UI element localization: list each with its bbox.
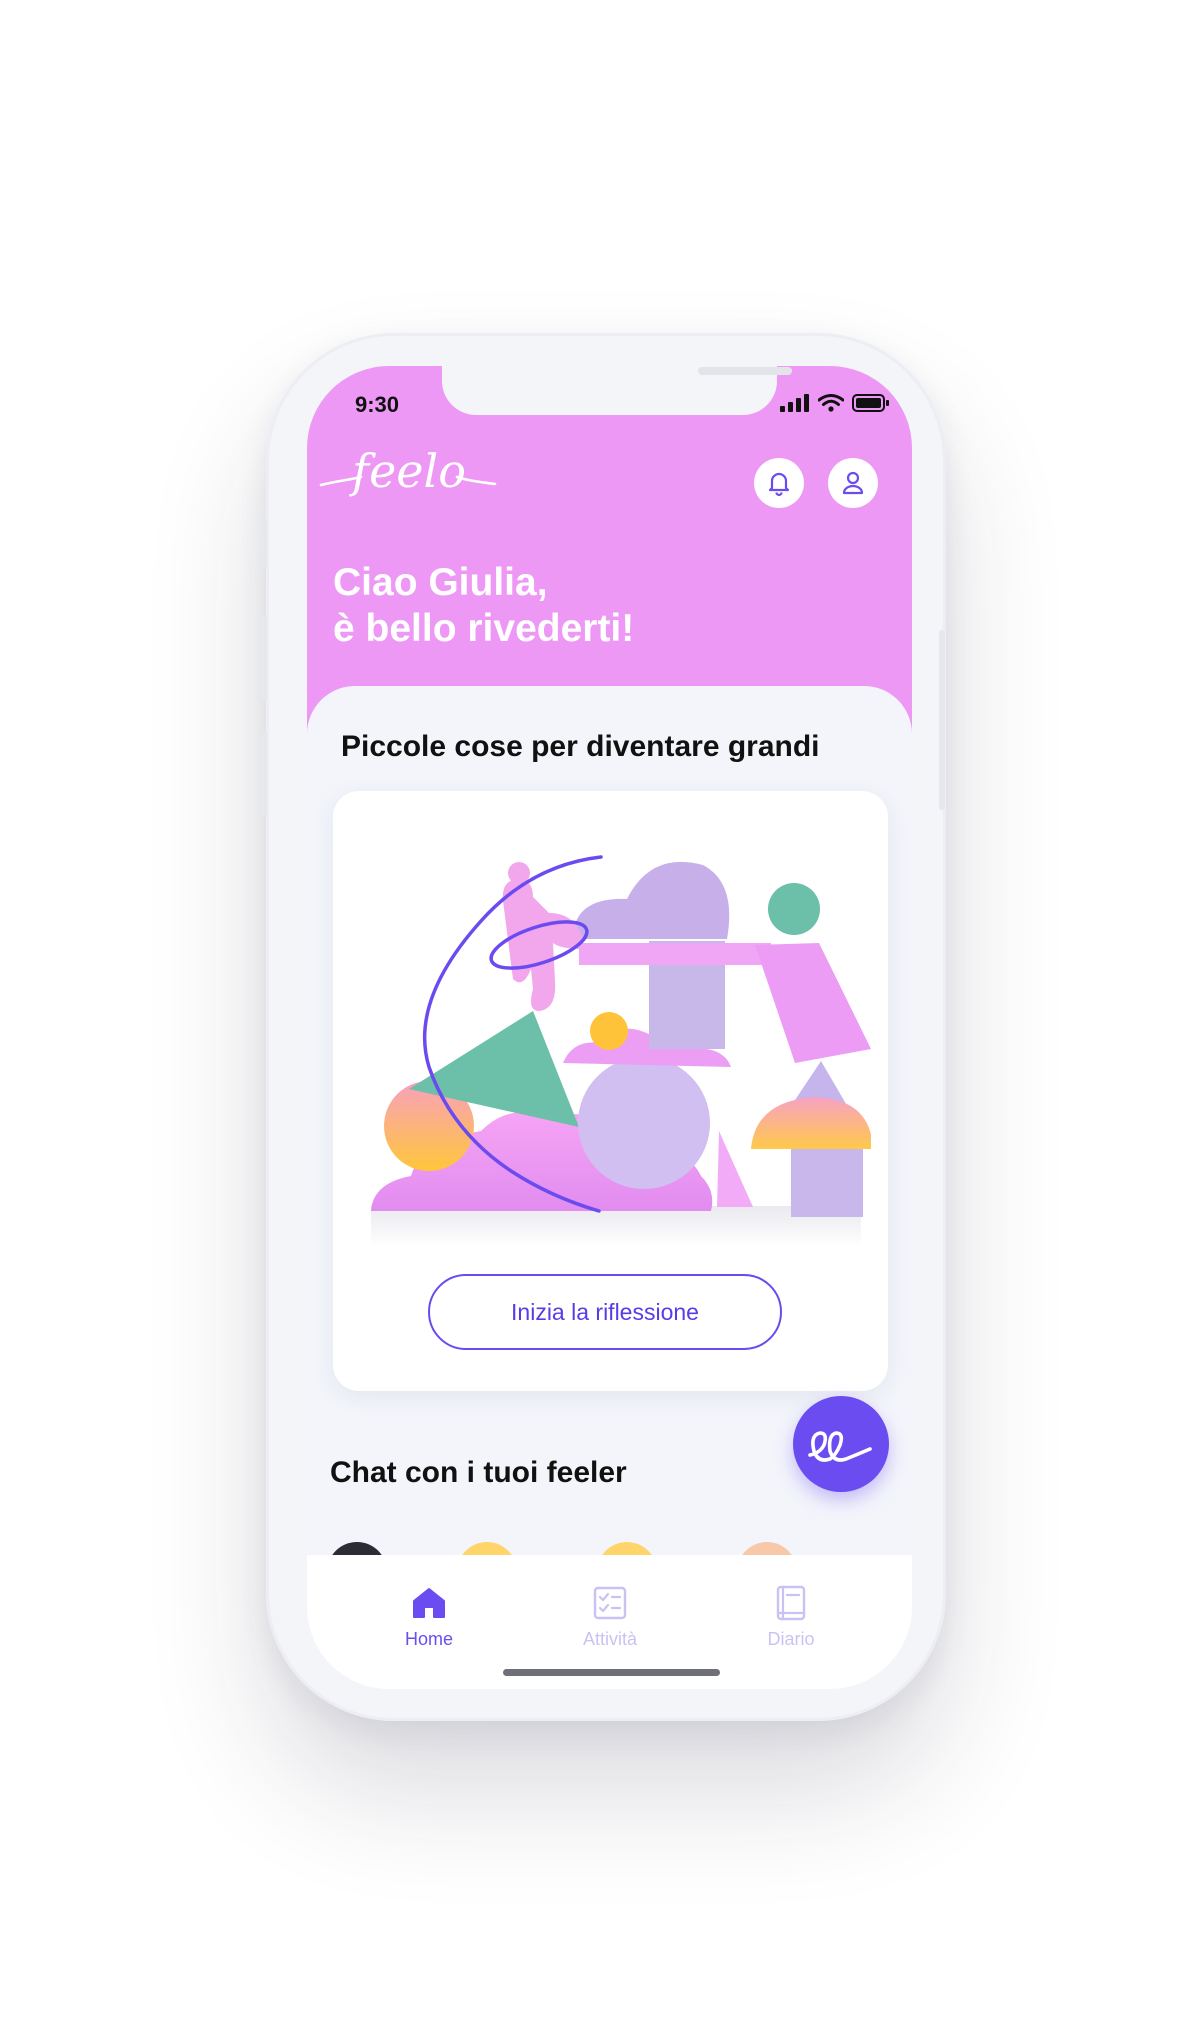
wifi-icon — [818, 394, 844, 412]
notifications-button[interactable] — [754, 458, 804, 508]
tab-activities[interactable]: Attività — [550, 1585, 670, 1650]
chat-title: Chat con i tuoi feeler — [330, 1456, 627, 1489]
reflection-title: Piccole cose per diventare grandi — [341, 730, 820, 763]
bell-icon — [768, 472, 790, 497]
phone-screen: 9:30 feelo Ciao Giulia, è bello rivedert… — [307, 366, 912, 1689]
home-indicator[interactable] — [503, 1669, 720, 1676]
tab-label-diary: Diario — [767, 1629, 815, 1649]
logo-text: feelo — [349, 444, 466, 498]
tab-label-activities: Attività — [582, 1629, 638, 1649]
power-button — [939, 630, 945, 810]
signal-icon — [780, 394, 809, 412]
app-header: 9:30 feelo Ciao Giulia, è bello rivedert… — [307, 366, 912, 736]
profile-button[interactable] — [828, 458, 878, 508]
tab-home[interactable]: Home — [369, 1585, 489, 1650]
greeting-line-2: è bello rivederti! — [333, 607, 635, 650]
home-icon — [413, 1588, 445, 1618]
user-icon — [842, 471, 864, 495]
feelo-chat-button[interactable] — [793, 1396, 889, 1492]
greeting-line-1: Ciao Giulia, — [333, 561, 548, 604]
volume-up-button — [261, 615, 267, 701]
app-logo: feelo — [319, 441, 499, 515]
battery-icon — [852, 394, 889, 412]
notch — [442, 366, 792, 415]
tab-label-home: Home — [404, 1629, 453, 1649]
reflection-illustration — [371, 855, 871, 1246]
speaker — [698, 367, 792, 375]
side-button — [261, 520, 267, 568]
start-reflection-button[interactable]: Inizia la riflessione — [428, 1274, 782, 1350]
volume-down-button — [261, 730, 267, 816]
status-time: 9:30 — [355, 392, 400, 417]
reflection-card: Inizia la riflessione — [333, 791, 888, 1391]
status-icons — [780, 394, 890, 412]
book-icon — [776, 1585, 806, 1621]
feelo-chat-icon — [808, 1431, 872, 1462]
greeting: Ciao Giulia, è bello rivederti! — [333, 560, 634, 652]
tab-diary[interactable]: Diario — [731, 1585, 851, 1650]
checklist-icon — [593, 1586, 627, 1620]
